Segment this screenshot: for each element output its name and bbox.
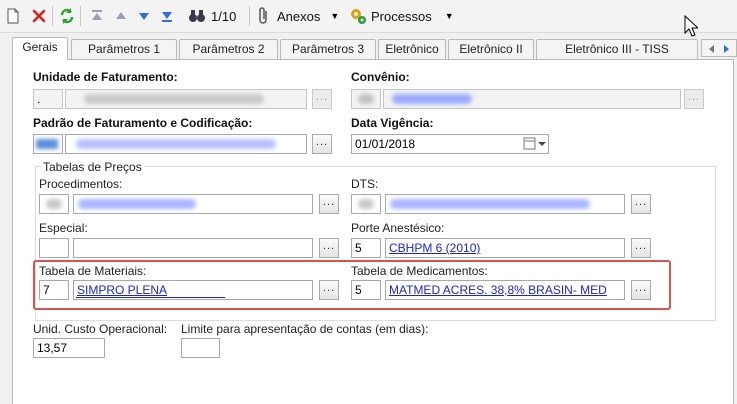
tab-parametros-2[interactable]: Parâmetros 2 [179,39,278,59]
first-record-button[interactable] [90,5,104,27]
porte-anestesico-code[interactable]: 5 [351,238,381,258]
procedimentos-code[interactable] [39,194,69,214]
materiais-link-underline [76,297,225,298]
tabela-medicamentos-label: Tabela de Medicamentos: [351,264,488,278]
materiais-lookup-button[interactable]: ... [319,280,339,300]
convenio-lookup-button[interactable]: ... [684,89,704,109]
convenio-code[interactable] [351,89,381,109]
delete-x-icon [32,9,46,23]
tabela-materiais-code[interactable]: 7 [39,280,69,300]
anexos-button[interactable]: Anexos ▼ [257,5,339,27]
porte-lookup-button[interactable]: ... [631,238,651,258]
tab-scroll-right-icon[interactable] [724,45,729,53]
unid-custo-operacional-input[interactable]: 13,57 [33,338,105,358]
last-record-icon [162,12,172,22]
tab-scroll-left-icon[interactable] [709,45,714,53]
tab-strip: Gerais Parâmetros 1 Parâmetros 2 Parâmet… [12,37,737,60]
chevron-down-icon: ▼ [444,11,454,21]
gerais-panel: Unidade de Faturamento: . ... Convênio: … [12,59,734,404]
unidade-faturamento-name[interactable] [65,89,307,109]
tab-eletronico-ii[interactable]: Eletrônico II [448,39,534,59]
processos-label: Processos [371,8,432,24]
next-record-button[interactable] [137,5,151,27]
tabela-medicamentos-name[interactable]: MATMED ACRES. 38,8% BRASIN- MED [385,280,625,300]
limite-contas-label: Limite para apresentação de contas (em d… [181,322,429,336]
find-button[interactable] [188,5,206,27]
anexos-label: Anexos [277,8,321,24]
especial-code[interactable] [39,238,69,258]
chevron-down-icon: ▼ [330,11,340,21]
refresh-button[interactable] [58,5,76,27]
processos-button[interactable]: Processos ▼ [349,5,454,27]
paperclip-icon [259,7,267,24]
tab-parametros-3[interactable]: Parâmetros 3 [280,39,376,59]
previous-record-button[interactable] [114,5,128,27]
porte-anestesico-name[interactable]: CBHPM 6 (2010) [385,238,625,258]
first-record-icon [92,10,102,20]
tabela-materiais-label: Tabela de Materiais: [39,264,147,278]
calendar-dropdown-icon[interactable] [523,137,547,154]
new-document-icon [7,8,19,24]
refresh-icon [60,8,74,24]
especial-lookup-button[interactable]: ... [319,238,339,258]
tab-scroll-buttons [701,39,737,57]
dts-name[interactable] [385,194,625,214]
delete-button[interactable] [31,5,47,27]
gears-icon [351,9,366,24]
padrao-faturamento-label: Padrão de Faturamento e Codificação: [33,116,253,130]
tab-parametros-1[interactable]: Parâmetros 1 [71,39,177,59]
unidade-faturamento-code[interactable]: . [33,89,63,109]
medicamentos-lookup-button[interactable]: ... [631,280,651,300]
limite-contas-input[interactable] [181,338,220,358]
dts-lookup-button[interactable]: ... [631,194,651,214]
tab-eletronico[interactable]: Eletrônico [378,39,446,59]
convenio-name[interactable] [383,89,681,109]
porte-anestesico-label: Porte Anestésico: [351,221,445,235]
previous-record-icon [116,12,126,19]
next-record-icon [139,13,149,20]
unidade-lookup-button[interactable]: ... [312,89,332,109]
unidade-faturamento-label: Unidade de Faturamento: [33,70,178,84]
unid-custo-operacional-label: Unid. Custo Operacional: [33,322,168,336]
toolbar: 1/10 Anexos ▼ Processos ▼ [0,0,737,37]
tabela-medicamentos-code[interactable]: 5 [351,280,381,300]
tabelas-precos-label: Tabelas de Preços [41,160,144,174]
convenio-label: Convênio: [351,70,410,84]
data-vigencia-input[interactable]: 01/01/2018 [351,134,549,154]
new-record-button[interactable] [6,5,20,27]
especial-name[interactable] [73,238,313,258]
tabela-materiais-value: SIMPRO PLENA [77,283,168,297]
procedimentos-label: Procedimentos: [39,177,123,191]
especial-label: Especial: [39,221,88,235]
procedimentos-lookup-button[interactable]: ... [319,194,339,214]
procedimentos-name[interactable] [73,194,313,214]
tab-gerais[interactable]: Gerais [12,37,68,60]
padrao-code[interactable] [33,134,63,154]
data-vigencia-label: Data Vigência: [351,116,434,130]
binoculars-icon [189,10,205,22]
dts-code[interactable] [351,194,381,214]
dts-label: DTS: [351,177,379,191]
tab-eletronico-iii-tiss[interactable]: Eletrônico III - TISS [536,39,698,59]
record-counter: 1/10 [211,8,237,24]
last-record-button[interactable] [160,5,174,27]
padrao-lookup-button[interactable]: ... [312,134,332,154]
padrao-name[interactable] [65,134,307,154]
